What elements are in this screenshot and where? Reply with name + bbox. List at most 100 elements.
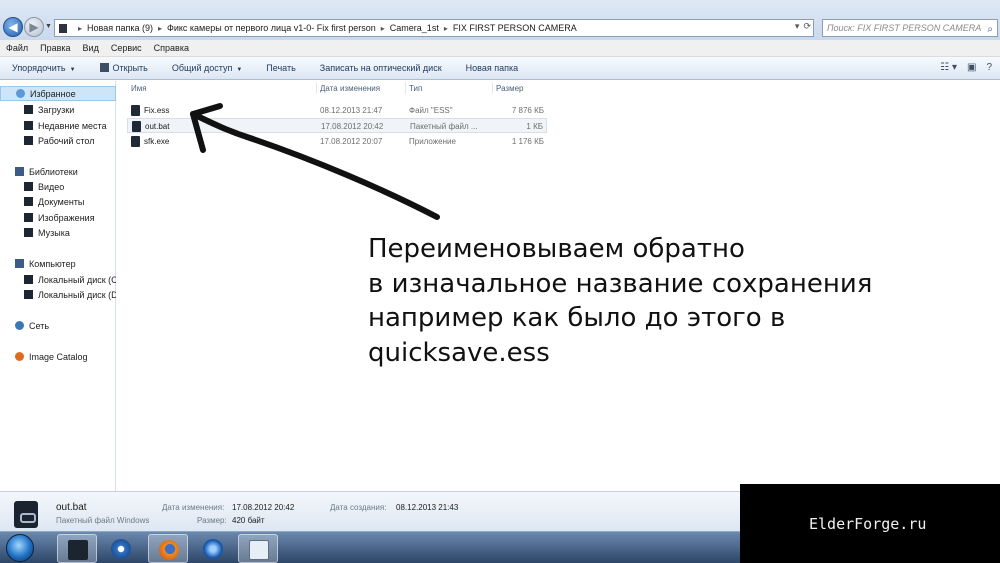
hard-disk-icon [24, 290, 33, 299]
chevron-right-icon[interactable]: ▸ [78, 24, 82, 33]
details-size-value: 420 байт [232, 516, 265, 525]
sidebar-item-recent[interactable]: Недавние места [0, 118, 116, 133]
print-button[interactable]: Печать [254, 63, 307, 73]
refresh-icon[interactable]: ⟳ [803, 21, 811, 32]
column-header-size[interactable]: Размер [496, 84, 524, 93]
help-icon[interactable]: ? [986, 62, 992, 73]
command-bar: Упорядочить ▼ Открыть Общий доступ ▼ Печат… [0, 57, 1000, 80]
details-size-label: Размер: [197, 516, 227, 525]
sidebar-item-libraries[interactable]: Библиотеки [0, 164, 116, 179]
open-button[interactable]: Открыть [88, 63, 160, 73]
instruction-line: например как было до этого в [368, 303, 786, 333]
taskbar-explorer[interactable] [57, 534, 97, 563]
search-icon[interactable]: ⌕ [987, 22, 993, 36]
instruction-line: в изначальное название сохранения [368, 268, 873, 299]
column-header-date[interactable]: Дата изменения [320, 84, 380, 93]
preview-pane-icon[interactable]: ▣ [967, 62, 976, 73]
chevron-right-icon[interactable]: ▸ [381, 24, 385, 33]
open-icon [99, 63, 109, 72]
column-header-type[interactable]: Тип [409, 84, 422, 93]
sidebar-item-disk-c[interactable]: Локальный диск (C [0, 272, 116, 287]
details-modified-value: 17.08.2012 20:42 [232, 503, 295, 512]
folder-icon [59, 23, 67, 33]
watermark: ElderForge.ru [740, 484, 1000, 563]
application-icon [131, 136, 140, 147]
details-created-value: 08.12.2013 21:43 [396, 503, 459, 512]
file-size: 7 876 КБ [511, 106, 544, 115]
new-folder-button[interactable]: Новая папка [454, 63, 530, 73]
column-divider[interactable] [405, 82, 406, 94]
chevron-right-icon[interactable]: ▸ [444, 24, 448, 33]
start-button[interactable] [6, 534, 34, 562]
hand-drawn-arrow-icon [190, 103, 440, 220]
downloads-icon [24, 105, 33, 114]
taskbar-firefox[interactable] [148, 534, 188, 563]
sidebar-item-desktop[interactable]: Рабочий стол [0, 133, 116, 148]
forward-button[interactable]: ▶ [24, 17, 44, 37]
explorer-icon [68, 540, 88, 560]
sidebar-item-music[interactable]: Музыка [0, 225, 116, 240]
instruction-line: Переименовываем обратно [368, 234, 745, 264]
chevron-right-icon[interactable]: ▸ [158, 24, 162, 33]
search-input[interactable]: Поиск: FIX FIRST PERSON CAMERA ⌕ [822, 19, 998, 37]
details-modified-label: Дата изменения: [162, 503, 225, 512]
navigation-pane: Избранное Загрузки Недавние места Рабочи… [0, 81, 116, 491]
instruction-note: Переименовываем обратно в изначальное на… [368, 232, 872, 370]
firefox-icon [159, 540, 179, 560]
taskbar-paint[interactable] [238, 534, 278, 563]
music-icon [24, 228, 33, 237]
dropdown-caret-icon: ▼ [69, 67, 76, 73]
file-name: sfk.exe [144, 137, 170, 146]
search-placeholder: Поиск: FIX FIRST PERSON CAMERA [827, 23, 982, 33]
sidebar-item-favorites[interactable]: Избранное [0, 86, 116, 101]
sidebar-item-image-catalog[interactable]: Image Catalog [0, 349, 116, 364]
details-file-type: Пакетный файл Windows [56, 516, 150, 525]
taskbar-media-player[interactable] [101, 534, 141, 563]
menu-file[interactable]: Файл [6, 43, 28, 53]
desktop-icon [24, 136, 33, 145]
instruction-line: quicksave.ess [368, 337, 550, 368]
video-icon [24, 182, 33, 191]
sidebar-item-documents[interactable]: Документы [0, 194, 116, 209]
organize-button[interactable]: Упорядочить ▼ [0, 63, 88, 73]
address-dropdown-icon[interactable]: ▾ [795, 21, 800, 32]
app-icon [203, 539, 223, 559]
menu-help[interactable]: Справка [154, 43, 189, 53]
address-bar[interactable]: ▸ Новая папка (9) ▸ Фикс камеры от перво… [54, 19, 814, 37]
sidebar-item-computer[interactable]: Компьютер [0, 256, 116, 271]
dropdown-caret-icon: ▼ [236, 67, 243, 73]
breadcrumb-camera-fix[interactable]: Фикс камеры от первого лица v1-0- Fix fi… [167, 23, 376, 33]
file-size: 1 КБ [526, 122, 543, 131]
menu-tools[interactable]: Сервис [111, 43, 142, 53]
sidebar-item-images[interactable]: Изображения [0, 210, 116, 225]
media-player-icon [111, 539, 131, 559]
column-header-name[interactable]: Имя [131, 84, 147, 93]
sidebar-item-downloads[interactable]: Загрузки [0, 102, 116, 117]
history-dropdown-icon[interactable]: ▼ [45, 23, 52, 30]
breadcrumb-fix-first-person-camera[interactable]: FIX FIRST PERSON CAMERA [453, 23, 577, 33]
libraries-icon [15, 167, 24, 176]
share-button[interactable]: Общий доступ ▼ [160, 63, 254, 73]
breadcrumb-camera-1st[interactable]: Camera_1st [390, 23, 439, 33]
sidebar-item-disk-d[interactable]: Локальный диск (D [0, 287, 116, 302]
watermark-text: ElderForge.ru [809, 515, 927, 533]
burn-button[interactable]: Записать на оптический диск [308, 63, 454, 73]
column-divider[interactable] [316, 82, 317, 94]
file-name: out.bat [145, 122, 170, 131]
star-icon [16, 89, 25, 98]
back-button[interactable]: ◀ [3, 17, 23, 37]
menu-edit[interactable]: Правка [40, 43, 70, 53]
breadcrumb-new-folder[interactable]: Новая папка (9) [87, 23, 153, 33]
details-file-name: out.bat [56, 502, 87, 513]
menu-view[interactable]: Вид [83, 43, 99, 53]
batch-file-icon [132, 121, 141, 132]
view-options-icon[interactable]: ☷ ▾ [940, 62, 957, 73]
column-divider[interactable] [492, 82, 493, 94]
image-catalog-icon [15, 352, 24, 361]
sidebar-item-video[interactable]: Видео [0, 179, 116, 194]
recent-places-icon [24, 121, 33, 130]
images-icon [24, 213, 33, 222]
details-created-label: Дата создания: [330, 503, 387, 512]
taskbar-app[interactable] [193, 534, 233, 563]
sidebar-item-network[interactable]: Сеть [0, 318, 116, 333]
